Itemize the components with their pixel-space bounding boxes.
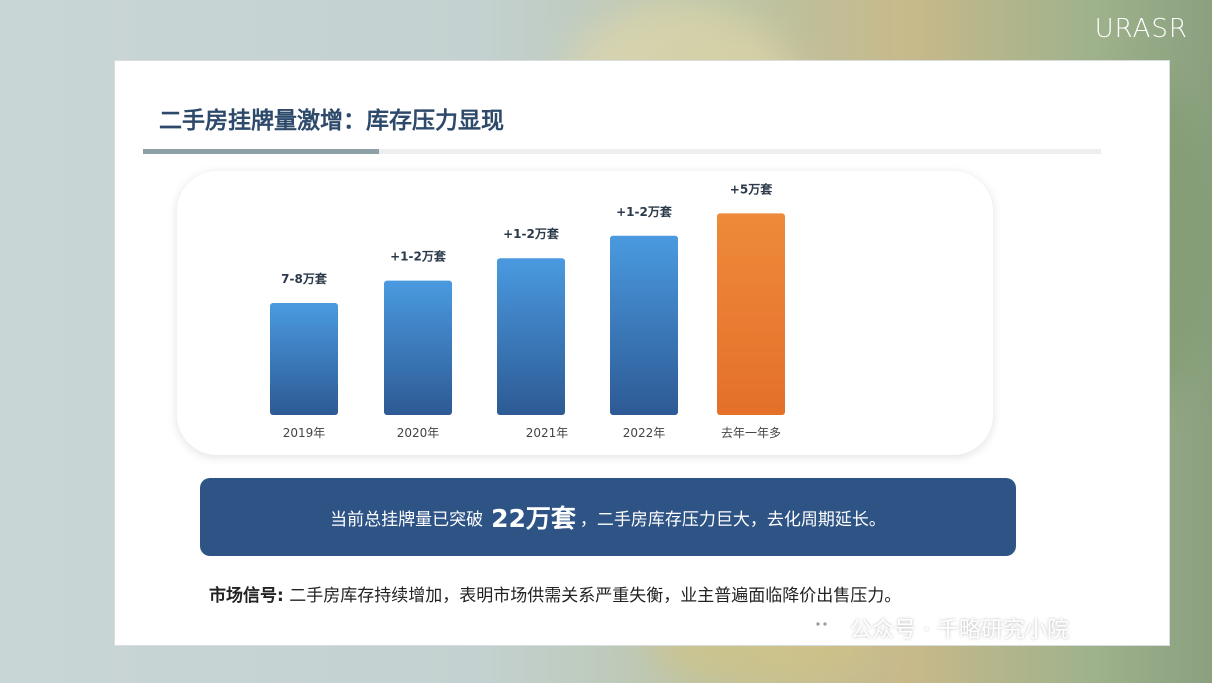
x-tick-label-3: 2022年 (623, 426, 666, 440)
summary-banner: 当前总挂牌量已突破 22万套 ，二手房库存压力巨大，去化周期延长。 (200, 478, 1016, 556)
slide-panel: 二手房挂牌量激增：库存压力显现 7-8万套 2019年 +1-2万套 2020年 +1-… (114, 60, 1170, 646)
x-tick-label-0: 2019年 (283, 426, 326, 440)
slide-title: 二手房挂牌量激增：库存压力显现 (159, 108, 504, 134)
bar-1 (384, 280, 452, 415)
banner-highlight: 22万套 (491, 504, 576, 533)
data-label-2: +1-2万套 (503, 226, 560, 241)
watermark-text: 公众号 · 千略研究小院 (850, 618, 1069, 643)
market-signal-label: 市场信号: (209, 586, 284, 606)
bar-3 (610, 235, 678, 415)
bar-4 (717, 213, 785, 415)
data-label-1: +1-2万套 (390, 249, 447, 264)
data-label-0: 7-8万套 (281, 271, 328, 286)
wechat-icon (808, 614, 844, 642)
banner-prefix: 当前总挂牌量已突破 (330, 509, 484, 530)
bar-2 (497, 258, 565, 415)
data-label-3: +1-2万套 (616, 204, 673, 219)
watermark: 公众号 · 千略研究小院 (808, 612, 1069, 644)
market-signal-text: 二手房库存持续增加，表明市场供需关系严重失衡，业主普遍面临降价出售压力。 (283, 586, 902, 606)
chart-card: 7-8万套 2019年 +1-2万套 2020年 +1-2万套 2021年 +1-2万套 20… (177, 171, 993, 455)
banner-suffix: ，二手房库存压力巨大，去化周期延长。 (579, 509, 886, 530)
x-tick-label-1: 2020年 (397, 426, 440, 440)
title-divider (143, 149, 1101, 154)
x-tick-label-2: 2021年 (526, 426, 569, 440)
bar-chart: 7-8万套 2019年 +1-2万套 2020年 +1-2万套 2021年 +1-2万套 20… (270, 181, 785, 440)
title-divider-accent (143, 149, 379, 154)
market-signal: 市场信号: 二手房库存持续增加，表明市场供需关系严重失衡，业主普遍面临降价出售压… (209, 581, 901, 606)
brand-logo: URASR (1094, 14, 1188, 44)
bar-0 (270, 303, 338, 415)
data-label-4: +5万套 (730, 181, 773, 196)
x-tick-label-4: 去年一年多 (721, 426, 781, 440)
